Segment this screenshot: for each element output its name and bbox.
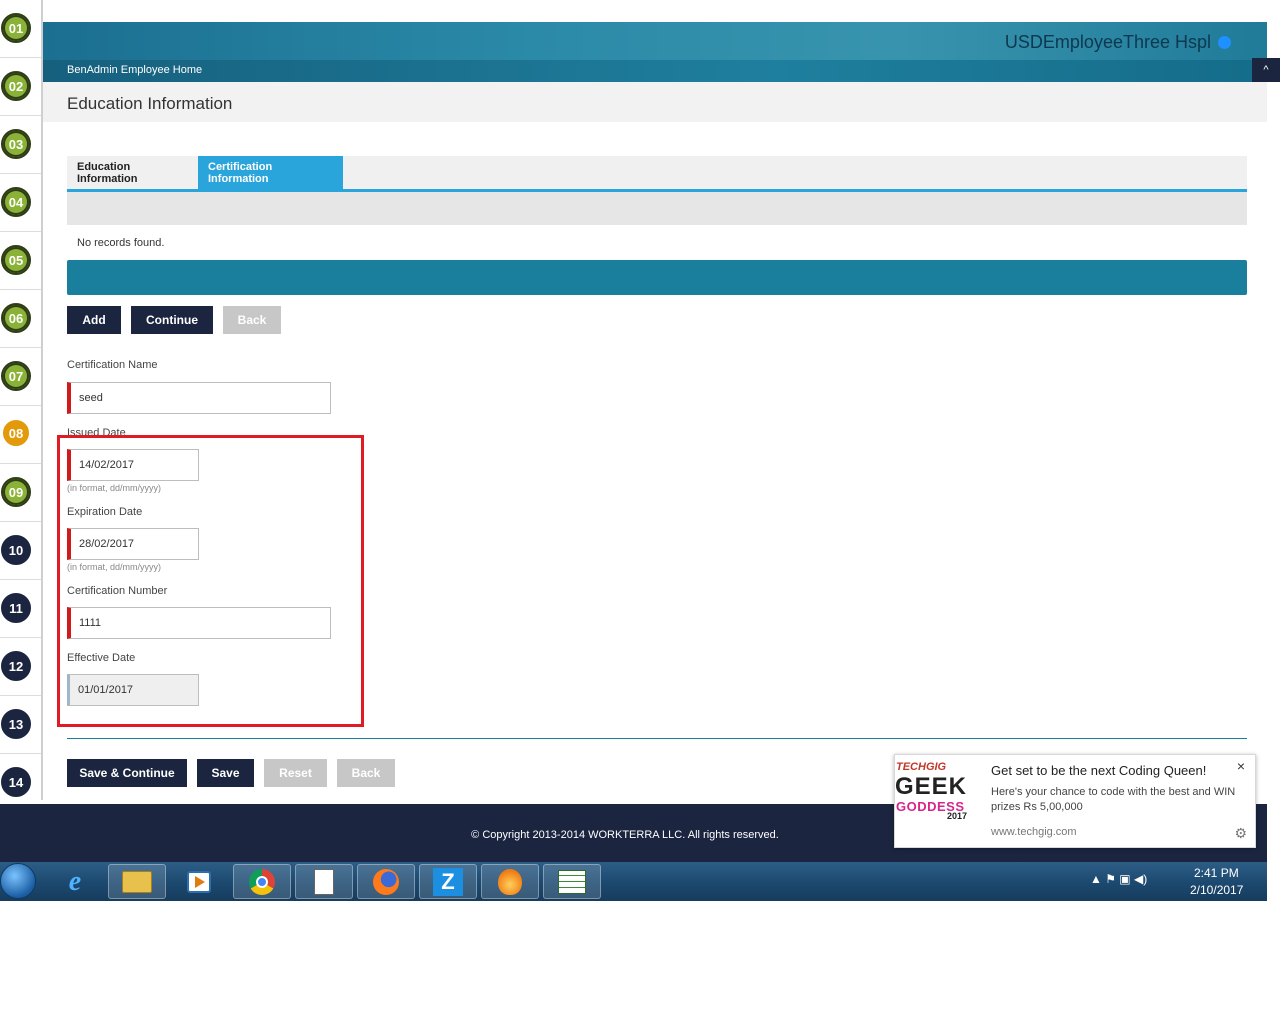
certification-name-input[interactable]: seed bbox=[67, 382, 331, 414]
step-badge: 11 bbox=[1, 593, 31, 623]
start-button-icon[interactable] bbox=[0, 863, 36, 899]
notification-body: Here's your chance to code with the best… bbox=[991, 786, 1236, 813]
step-02[interactable]: 02 bbox=[0, 58, 41, 116]
step-07[interactable]: 07 bbox=[0, 348, 41, 406]
step-badge: 09 bbox=[1, 477, 31, 507]
chrome-icon[interactable] bbox=[233, 864, 291, 899]
back-button-disabled[interactable]: Back bbox=[223, 306, 281, 334]
z-app-icon[interactable]: Z bbox=[419, 864, 477, 899]
step-badge: 07 bbox=[1, 361, 31, 391]
logo-geek-text: GEEK bbox=[895, 773, 968, 800]
step-badge: 05 bbox=[1, 245, 31, 275]
gear-icon[interactable]: ⚙ bbox=[1234, 825, 1247, 842]
step-03[interactable]: 03 bbox=[0, 116, 41, 174]
notepad-icon[interactable] bbox=[295, 864, 353, 899]
save-continue-button[interactable]: Save & Continue bbox=[67, 759, 187, 787]
file-explorer-icon[interactable] bbox=[108, 864, 166, 899]
step-badge-current: 08 bbox=[1, 418, 31, 448]
nav-home-link[interactable]: BenAdmin Employee Home bbox=[67, 64, 202, 76]
tab-bar: Education Information Certification Info… bbox=[67, 156, 1247, 192]
step-badge: 13 bbox=[1, 709, 31, 739]
notification-title: Get set to be the next Coding Queen! bbox=[991, 763, 1207, 778]
notification-popup[interactable]: TECHGIG GEEK GODDESS 2017 Get set to be … bbox=[894, 754, 1256, 848]
step-06[interactable]: 06 bbox=[0, 290, 41, 348]
close-icon[interactable]: × bbox=[1237, 758, 1245, 774]
step-12[interactable]: 12 bbox=[0, 638, 41, 696]
step-09[interactable]: 09 bbox=[0, 464, 41, 522]
step-04[interactable]: 04 bbox=[0, 174, 41, 232]
tab-education-information[interactable]: Education Information bbox=[67, 156, 198, 189]
certification-name-label: Certification Name bbox=[67, 359, 158, 371]
page-header: Education Information bbox=[43, 82, 1267, 122]
step-13[interactable]: 13 bbox=[0, 696, 41, 754]
step-14[interactable]: 14 bbox=[0, 754, 41, 797]
tab-certification-information[interactable]: Certification Information bbox=[198, 156, 343, 189]
form-divider bbox=[67, 738, 1247, 739]
step-10[interactable]: 10 bbox=[0, 522, 41, 580]
media-player-icon[interactable] bbox=[170, 864, 228, 899]
info-icon[interactable] bbox=[1218, 36, 1231, 49]
step-01[interactable]: 01 bbox=[0, 0, 41, 58]
grid-header bbox=[67, 192, 1247, 225]
step-badge: 01 bbox=[1, 13, 31, 43]
notification-url[interactable]: www.techgig.com bbox=[991, 826, 1077, 838]
step-badge: 10 bbox=[1, 535, 31, 565]
firefox-icon[interactable] bbox=[357, 864, 415, 899]
step-badge: 02 bbox=[1, 71, 31, 101]
techgig-logo: TECHGIG GEEK GODDESS 2017 bbox=[895, 761, 981, 821]
step-badge: 04 bbox=[1, 187, 31, 217]
reset-button-disabled[interactable]: Reset bbox=[264, 759, 327, 787]
empty-message: No records found. bbox=[77, 237, 165, 249]
step-badge: 14 bbox=[1, 767, 31, 797]
continue-button[interactable]: Continue bbox=[131, 306, 213, 334]
step-05[interactable]: 05 bbox=[0, 232, 41, 290]
nav-bar: BenAdmin Employee Home bbox=[43, 60, 1267, 82]
user-name[interactable]: USDEmployeeThree Hspl bbox=[1005, 32, 1211, 53]
collapse-button[interactable]: ^ bbox=[1252, 58, 1280, 82]
spreadsheet-icon[interactable] bbox=[543, 864, 601, 899]
back-button-form-disabled[interactable]: Back bbox=[337, 759, 395, 787]
step-badge: 03 bbox=[1, 129, 31, 159]
step-badge: 06 bbox=[1, 303, 31, 333]
ie-icon[interactable]: e bbox=[46, 864, 104, 899]
grid-footer bbox=[67, 260, 1247, 295]
taskbar: e Z ▲ ⚑ ▣ ◀) 2:41 PM 2/10/2017 bbox=[0, 862, 1267, 901]
logo-year-text: 2017 bbox=[947, 811, 968, 821]
step-badge: 12 bbox=[1, 651, 31, 681]
page-title: Education Information bbox=[67, 94, 233, 113]
save-button[interactable]: Save bbox=[197, 759, 254, 787]
app-header: USDEmployeeThree Hspl bbox=[43, 22, 1267, 60]
highlight-box bbox=[57, 435, 364, 727]
step-08[interactable]: 08 bbox=[0, 406, 41, 464]
orange-app-icon[interactable] bbox=[481, 864, 539, 899]
clock-date[interactable]: 2/10/2017 bbox=[1190, 883, 1243, 897]
logo-techgig-text: TECHGIG bbox=[896, 761, 947, 773]
system-tray[interactable]: ▲ ⚑ ▣ ◀) bbox=[1090, 872, 1147, 886]
add-button[interactable]: Add bbox=[67, 306, 121, 334]
step-11[interactable]: 11 bbox=[0, 580, 41, 638]
step-rail: 01 02 03 04 05 06 07 08 09 10 11 12 13 1… bbox=[0, 0, 43, 800]
clock-time[interactable]: 2:41 PM bbox=[1194, 866, 1239, 880]
